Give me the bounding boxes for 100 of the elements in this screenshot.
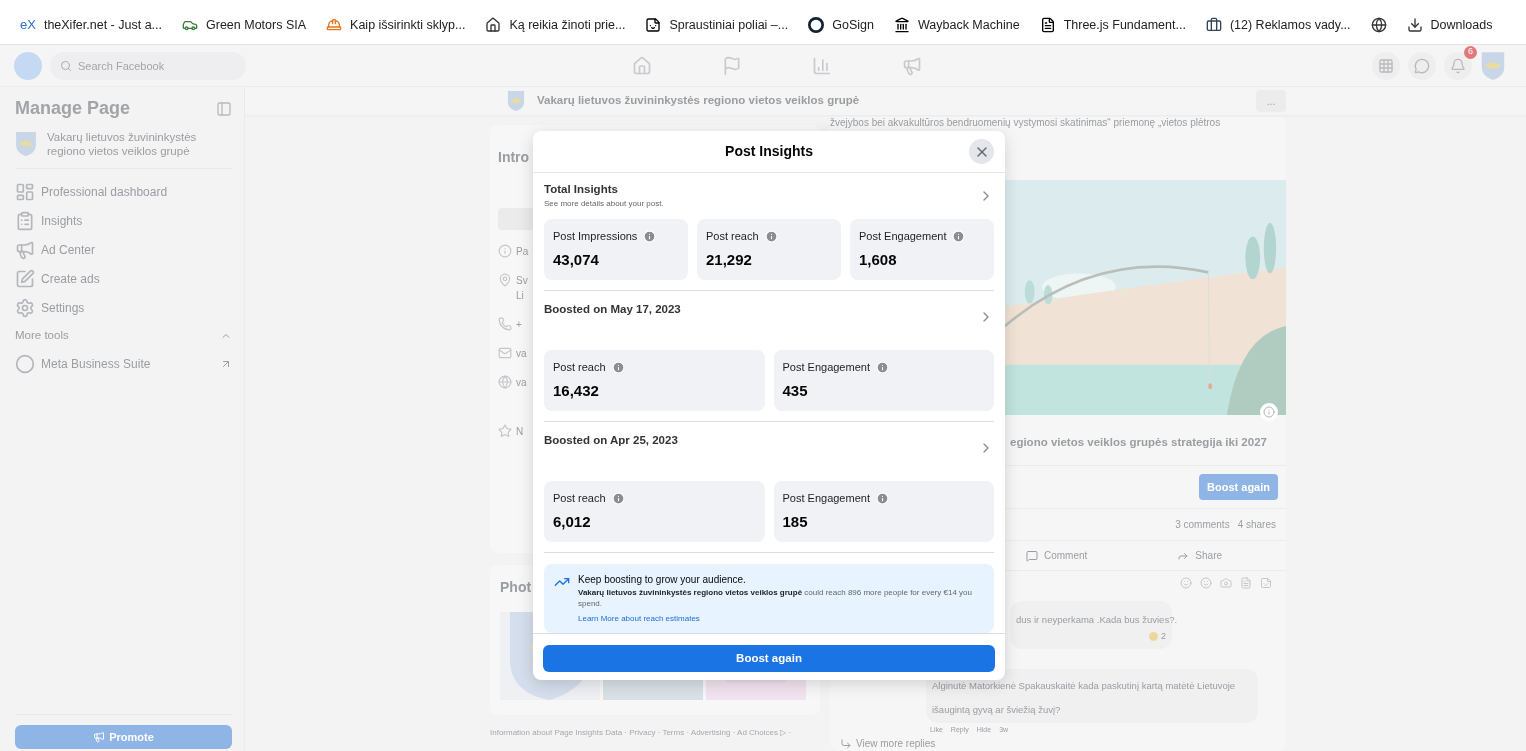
reaction-count: 2 [1161, 630, 1166, 643]
metric-value: 435 [782, 380, 809, 401]
promote-button[interactable]: Promote [15, 725, 232, 749]
bookmark[interactable]: Spraustiniai poliai –... [645, 15, 789, 35]
close-button[interactable] [969, 139, 994, 164]
comment-text: Alginutė Matorkienė Spakauskaitė kada paskutinį kartą matėtė Lietuvoje išaugintą gyvą ar šviežią žuvį? [932, 679, 1236, 715]
learn-more-link[interactable]: Learn More about reach estimates [578, 613, 984, 626]
footer-links: Information about Page Insights Data · Privacy · Terms · Advertising · Ad Choices ▷ · [490, 727, 793, 739]
page-logo-icon [15, 130, 37, 158]
facebook-logo-icon[interactable] [14, 51, 42, 80]
briefcase-icon [1205, 17, 1222, 33]
chart-icon[interactable] [812, 55, 832, 76]
tip-title: Keep boosting to grow your audience. [578, 573, 747, 588]
bookmark[interactable]: Three.js Fundament... [1039, 15, 1186, 35]
bookmark[interactable]: eX theXifer.net - Just a... [20, 15, 163, 35]
bookmark[interactable]: GoSign [808, 15, 874, 35]
tip-text: Vakarų lietuvos žuvininkystės regiono vietos veiklos grupė could reach 896 more people for every €14 you spend. [578, 587, 973, 610]
circle-icon [15, 354, 35, 374]
mail-icon [498, 346, 512, 360]
intro-button[interactable] [498, 208, 533, 230]
site-logo-icon: eX [20, 15, 36, 35]
grid-icon [1378, 57, 1394, 74]
megaphone-icon[interactable] [902, 55, 922, 76]
document-icon [1039, 17, 1056, 33]
home-icon[interactable] [632, 55, 652, 76]
bookmark[interactable] [1370, 17, 1387, 33]
section-header[interactable]: Total Insights See more details about your post. [544, 181, 994, 211]
metric-label: Post reach [553, 491, 606, 507]
bookmark[interactable]: Green Motors SIA [182, 15, 307, 35]
intro-text: va [516, 347, 527, 361]
reply-arrow-icon [840, 737, 852, 750]
emoji-icon[interactable] [1180, 577, 1192, 589]
search-field[interactable]: Search Facebook [50, 51, 246, 80]
comment-button[interactable]: Comment [1026, 548, 1088, 563]
menu-button[interactable] [1372, 51, 1400, 80]
info-icon[interactable] [643, 230, 657, 243]
metric-value: 16,432 [553, 380, 600, 401]
metric-label: Post Impressions [553, 229, 638, 245]
info-icon[interactable] [875, 492, 889, 505]
bookmark[interactable]: Downloads [1406, 15, 1493, 35]
metric-value: 21,292 [706, 249, 753, 270]
metric-label: Post Engagement [859, 229, 947, 245]
page-logo-icon [507, 90, 525, 112]
bell-icon [1450, 57, 1466, 74]
dialog-title: Post Insights [725, 142, 813, 161]
collapse-icon[interactable] [216, 100, 232, 117]
intro-text: va [516, 376, 527, 390]
comments-count[interactable]: 3 comments [1175, 517, 1230, 532]
sticker-icon[interactable] [1260, 577, 1272, 589]
metric-label: Post reach [706, 229, 759, 245]
sidebar-item[interactable]: Create ads [15, 264, 232, 293]
star-icon [498, 424, 512, 438]
flag-icon[interactable] [722, 55, 742, 76]
info-icon[interactable] [611, 492, 625, 505]
sidebar-item[interactable]: Meta Business Suite [15, 350, 232, 378]
settings-icon [15, 297, 35, 318]
boost-again-button[interactable]: Boost again [543, 645, 995, 673]
sidebar-item[interactable]: Professional dashboard [15, 177, 232, 206]
intro-text: Sv [516, 274, 528, 288]
globe-icon [1370, 17, 1387, 33]
bookmark[interactable]: Ką reikia žinoti prie... [485, 15, 626, 35]
intro-text: Pa [516, 245, 529, 259]
sidebar-title: Manage Page [15, 97, 131, 120]
more-button[interactable]: ... [1256, 90, 1286, 112]
bookmark[interactable]: (12) Reklamos vady... [1205, 15, 1351, 35]
reaction-icon [1149, 632, 1158, 642]
camera-icon[interactable] [1220, 577, 1232, 589]
shares-count[interactable]: 4 shares [1237, 517, 1276, 532]
bookmark[interactable]: Wayback Machine [893, 15, 1020, 35]
sidebar-item[interactable]: Settings [15, 293, 232, 322]
section-header[interactable]: Boosted on Apr 25, 2023 [544, 432, 994, 473]
info-icon[interactable] [1260, 403, 1278, 421]
messenger-button[interactable] [1408, 51, 1436, 80]
section-subtitle: See more details about your post. [544, 198, 664, 211]
page-name[interactable]: Vakarų lietuvos žuvininkystės regiono vietos veiklos grupė [47, 130, 232, 158]
section-header[interactable]: Boosted on May 17, 2023 [544, 301, 994, 342]
section-title: Boosted on May 17, 2023 [544, 302, 681, 318]
info-icon[interactable] [764, 230, 778, 243]
info-icon[interactable] [611, 361, 625, 374]
bookmark[interactable]: Kaip išsirinkti sklyp... [326, 15, 466, 35]
pin-icon [498, 273, 512, 287]
sidebar-item[interactable]: Insights [15, 206, 232, 235]
emoji-icon[interactable] [1200, 577, 1212, 589]
info-icon[interactable] [875, 361, 889, 374]
share-button[interactable]: Share [1177, 548, 1223, 563]
view-more-replies[interactable]: View more replies [840, 736, 1286, 751]
phone-icon [498, 317, 512, 331]
metric-value: 185 [782, 511, 809, 532]
boost-again-button[interactable]: Boost again [1199, 474, 1278, 500]
intro-text: Li [516, 289, 525, 303]
metric-label: Post Engagement [782, 360, 870, 376]
info-icon [498, 244, 512, 258]
intro-title: Intro [498, 148, 530, 167]
more-tools-toggle[interactable]: More tools [15, 322, 232, 350]
info-icon[interactable] [952, 230, 966, 243]
external-link-icon [220, 358, 232, 370]
download-icon [1406, 17, 1423, 33]
sidebar-item[interactable]: Ad Center [15, 235, 232, 264]
speech-bubble-icon [1026, 549, 1038, 562]
metric-value: 1,608 [859, 249, 898, 270]
